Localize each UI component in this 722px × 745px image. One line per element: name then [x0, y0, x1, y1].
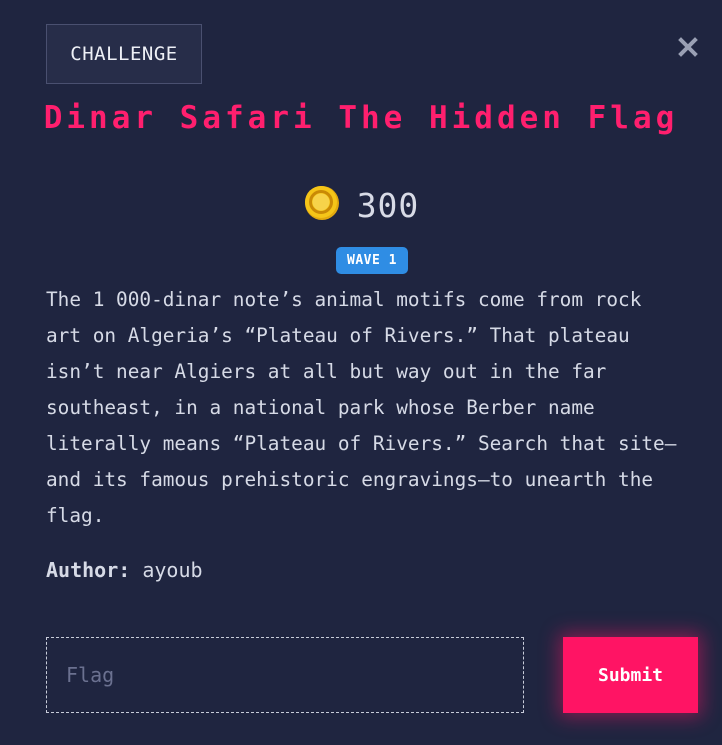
wave-badge: WAVE 1 — [336, 247, 408, 274]
coin-icon — [303, 184, 341, 226]
points-row: 300 — [0, 184, 722, 226]
author-name: ayoub — [142, 558, 203, 582]
challenge-modal: CHALLENGE Dinar Safari The Hidden Flag 3… — [0, 0, 722, 745]
challenge-title: Dinar Safari The Hidden Flag — [43, 100, 679, 136]
flag-input[interactable] — [46, 637, 524, 713]
challenge-description: The 1 000-dinar note’s animal motifs com… — [46, 288, 677, 527]
author-label: Author: — [46, 558, 131, 582]
tab-challenge[interactable]: CHALLENGE — [46, 24, 202, 84]
close-icon[interactable] — [677, 36, 699, 58]
submit-button[interactable]: Submit — [563, 637, 698, 713]
author-line: Author: ayoub — [46, 558, 203, 582]
points-value: 300 — [356, 185, 420, 225]
